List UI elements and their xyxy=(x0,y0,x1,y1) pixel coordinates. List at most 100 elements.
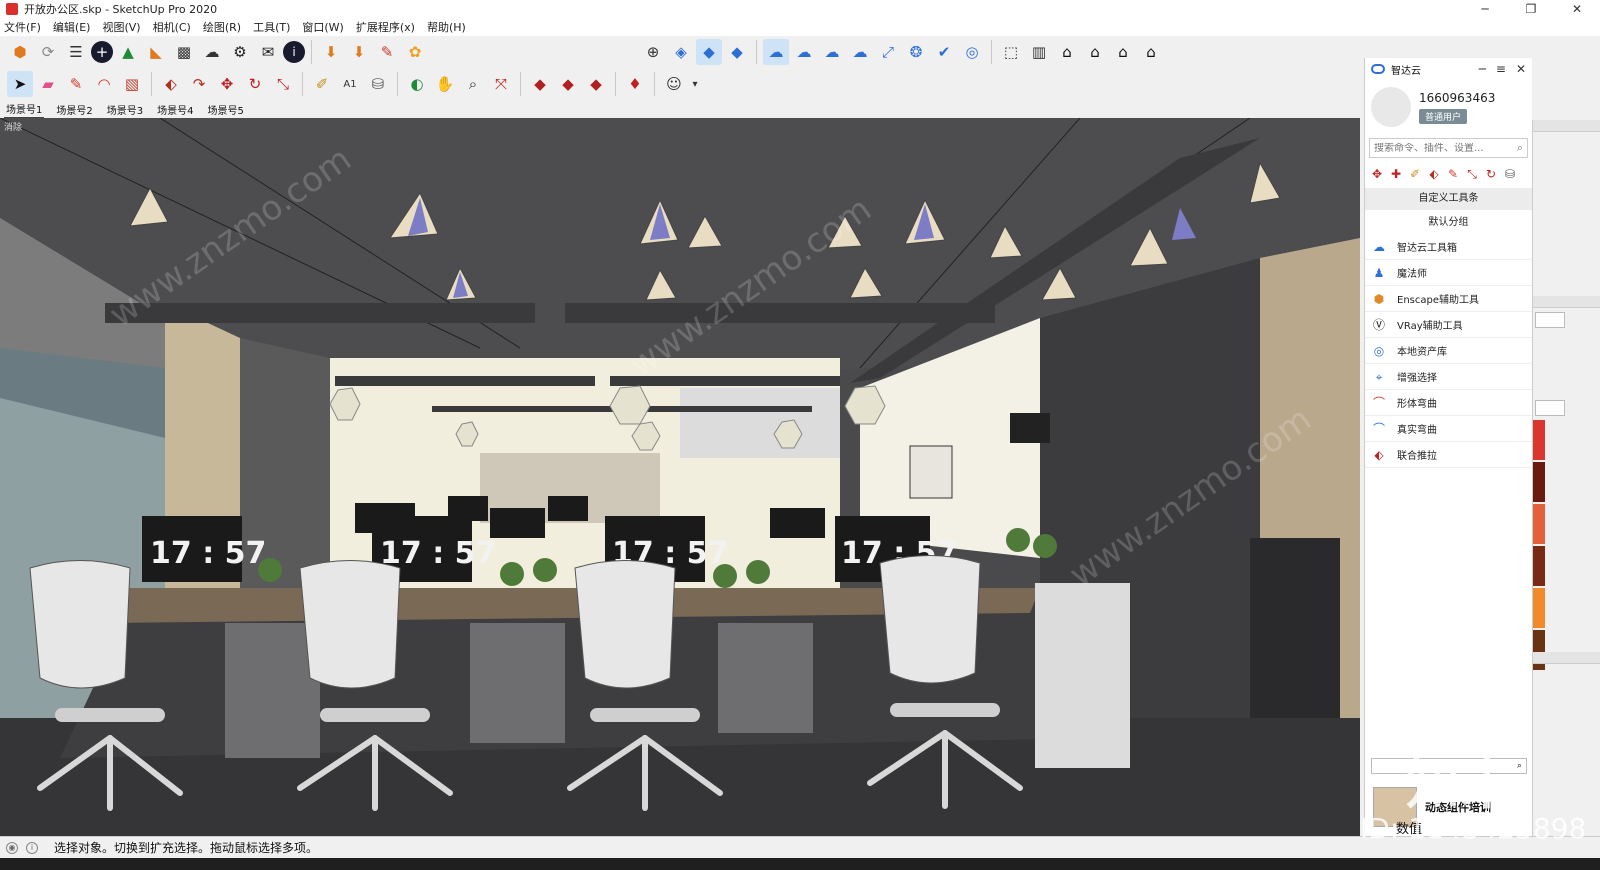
push-tool-icon[interactable]: ⬖ xyxy=(1426,166,1442,182)
minimize-button[interactable]: ─ xyxy=(1462,0,1508,18)
cube2-icon[interactable]: ◆ xyxy=(696,39,722,65)
expand-icon[interactable]: ⤢ xyxy=(875,39,901,65)
gem-icon[interactable]: ♦ xyxy=(622,71,648,97)
close-button[interactable]: ✕ xyxy=(1554,0,1600,18)
zoom-icon[interactable]: ⌕ xyxy=(460,71,486,97)
panel-close-button[interactable]: ✕ xyxy=(1516,62,1526,76)
tape-icon[interactable]: ✐ xyxy=(309,71,335,97)
brush-icon[interactable]: ✎ xyxy=(374,39,400,65)
select-icon[interactable]: ➤ xyxy=(7,71,33,97)
plugin-item-bend[interactable]: ⌒ 形体弯曲 xyxy=(1365,390,1532,416)
cloud-link-icon[interactable]: ☁ xyxy=(763,39,789,65)
color-swatch[interactable] xyxy=(1533,462,1545,502)
rotate-icon[interactable]: ↻ xyxy=(242,71,268,97)
plugin-item-joint-push[interactable]: ⬖ 联合推拉 xyxy=(1365,442,1532,468)
move-icon[interactable]: ✥ xyxy=(214,71,240,97)
tab-scene-3[interactable]: 场景号3 xyxy=(105,101,145,118)
ruby-icon[interactable]: ◆ xyxy=(527,71,553,97)
text-icon[interactable]: A1 xyxy=(337,71,363,97)
pencil-icon[interactable]: ✎ xyxy=(63,71,89,97)
download2-icon[interactable]: ⬇ xyxy=(346,39,372,65)
menu-edit[interactable]: 编辑(E) xyxy=(53,19,91,35)
info-icon[interactable]: i xyxy=(26,841,38,854)
toolbar-section-header[interactable]: 自定义工具条 xyxy=(1365,188,1532,210)
scale-tool-icon[interactable]: ⤡ xyxy=(1464,166,1480,182)
cube-icon[interactable]: ◈ xyxy=(668,39,694,65)
info-icon[interactable]: i xyxy=(283,41,305,63)
push-pull-icon[interactable]: ⬖ xyxy=(158,71,184,97)
cloud2-icon[interactable]: ☁ xyxy=(847,39,873,65)
checker-icon[interactable]: ▩ xyxy=(171,39,197,65)
zoom-extents-icon[interactable]: ⤧ xyxy=(488,71,514,97)
house-icon[interactable]: ⌂ xyxy=(1054,39,1080,65)
panel-menu-button[interactable]: ≡ xyxy=(1496,62,1506,76)
flower-icon[interactable]: ✿ xyxy=(402,39,428,65)
move-tool-icon[interactable]: ✥ xyxy=(1369,166,1385,182)
cloud-icon[interactable]: ☁ xyxy=(819,39,845,65)
network-icon[interactable]: ❂ xyxy=(903,39,929,65)
tree-icon[interactable]: ▲ xyxy=(115,39,141,65)
tray-header[interactable] xyxy=(1533,296,1600,308)
gear-icon[interactable]: ⚙ xyxy=(227,39,253,65)
search-icon[interactable]: ⌕ xyxy=(1517,761,1522,771)
rotate-tool-icon[interactable]: ↻ xyxy=(1483,166,1499,182)
pan-icon[interactable]: ✋ xyxy=(432,71,458,97)
list-icon[interactable]: ☰ xyxy=(63,39,89,65)
paint-tool-icon[interactable]: ⛁ xyxy=(1502,166,1518,182)
avatar[interactable] xyxy=(1371,87,1411,127)
color-swatch[interactable] xyxy=(1533,588,1545,628)
color-swatch[interactable] xyxy=(1533,630,1545,670)
pencil-tool-icon[interactable]: ✎ xyxy=(1445,166,1461,182)
house2-icon[interactable]: ⌂ xyxy=(1082,39,1108,65)
panel-minimize-button[interactable]: ─ xyxy=(1479,62,1486,76)
menu-help[interactable]: 帮助(H) xyxy=(427,19,466,35)
scale-icon[interactable]: ⤡ xyxy=(270,71,296,97)
group-header[interactable]: 默认分组 xyxy=(1365,212,1532,234)
cloud-up-icon[interactable]: ☁ xyxy=(199,39,225,65)
upload-icon[interactable]: ⬢ xyxy=(7,39,33,65)
menu-file[interactable]: 文件(F) xyxy=(4,19,41,35)
chevron-down-icon[interactable]: ▾ xyxy=(689,71,701,97)
eraser-icon[interactable]: ▰ xyxy=(35,71,61,97)
plugin-item-enscape[interactable]: ⬢ Enscape辅助工具 xyxy=(1365,286,1532,312)
cube3-icon[interactable]: ◆ xyxy=(724,39,750,65)
follow-icon[interactable]: ↷ xyxy=(186,71,212,97)
download-icon[interactable]: ⬇ xyxy=(318,39,344,65)
plugin-item-toolbox[interactable]: ☁ 智达云工具箱 xyxy=(1365,234,1532,260)
color-swatch[interactable] xyxy=(1533,420,1545,460)
tray-header[interactable] xyxy=(1533,652,1600,664)
plugin-item-assets[interactable]: ◎ 本地资产库 xyxy=(1365,338,1532,364)
menu-draw[interactable]: 绘图(R) xyxy=(203,19,241,35)
color-swatch[interactable] xyxy=(1533,504,1545,544)
mail-icon[interactable]: ✉ xyxy=(255,39,281,65)
tab-scene-4[interactable]: 场景号4 xyxy=(155,101,195,118)
search-icon[interactable]: ⌕ xyxy=(1517,141,1523,155)
book-icon[interactable]: ▥ xyxy=(1026,39,1052,65)
target-icon[interactable]: ⊕ xyxy=(640,39,666,65)
chrome-icon[interactable]: ◎ xyxy=(959,39,985,65)
check-icon[interactable]: ✔ xyxy=(931,39,957,65)
box-icon[interactable]: ⬚ xyxy=(998,39,1024,65)
house4-icon[interactable]: ⌂ xyxy=(1138,39,1164,65)
color-swatch[interactable] xyxy=(1533,546,1545,586)
arc-icon[interactable]: ◠ xyxy=(91,71,117,97)
plugin-item-wizard[interactable]: ♟ 魔法师 xyxy=(1365,260,1532,286)
model-viewport[interactable]: 消除 17: 57 17: 57 17: 57 17: 57 www.z… xyxy=(0,118,1360,836)
menu-view[interactable]: 视图(V) xyxy=(102,19,140,35)
tab-scene-5[interactable]: 场景号5 xyxy=(206,101,246,118)
ruby3-icon[interactable]: ◆ xyxy=(583,71,609,97)
sheet-icon[interactable]: ◣ xyxy=(143,39,169,65)
plugin-item-select-plus[interactable]: ⌖ 增强选择 xyxy=(1365,364,1532,390)
menu-camera[interactable]: 相机(C) xyxy=(153,19,191,35)
tray-input[interactable] xyxy=(1535,312,1565,328)
menu-tools[interactable]: 工具(T) xyxy=(253,19,290,35)
add-icon[interactable]: + xyxy=(91,41,113,63)
rectangle-icon[interactable]: ▧ xyxy=(119,71,145,97)
plugin-item-vray[interactable]: Ⓥ VRay辅助工具 xyxy=(1365,312,1532,338)
plugin-item-real-bend[interactable]: ⌒ 真实弯曲 xyxy=(1365,416,1532,442)
tray-header[interactable] xyxy=(1533,120,1600,132)
house3-icon[interactable]: ⌂ xyxy=(1110,39,1136,65)
maximize-button[interactable]: ❐ xyxy=(1508,0,1554,18)
geo-location-icon[interactable]: ◉ xyxy=(6,841,18,854)
ruby2-icon[interactable]: ◆ xyxy=(555,71,581,97)
